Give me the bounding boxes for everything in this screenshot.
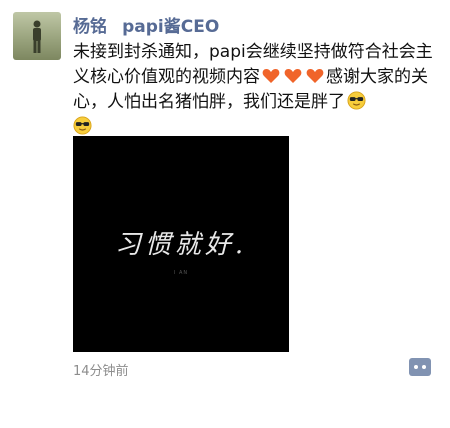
person-silhouette-icon [33,20,41,53]
heart-icon [262,69,280,83]
image-subtext: I AN [173,270,189,276]
comment-dot-icon [414,365,418,369]
moments-post: 杨铭 papi酱CEO 未接到封杀通知，papi会继续坚持做符合社会主义核心价值… [0,0,450,428]
image-caption: 习惯就好. [114,230,248,260]
author-name[interactable]: 杨铭 [73,17,107,37]
comment-button[interactable] [409,358,431,376]
cool-face-icon [347,91,366,110]
avatar[interactable] [13,12,61,60]
heart-icon [306,69,324,83]
shared-name[interactable]: papi酱CEO [122,17,219,37]
post-header: 杨铭 papi酱CEO [73,12,219,38]
comment-dot-icon [422,365,426,369]
cool-face-icon [73,116,92,135]
heart-icon [284,69,302,83]
post-image[interactable]: 习惯就好. I AN [73,136,289,352]
post-text: 未接到封杀通知，papi会继续坚持做符合社会主义核心价值观的视频内容 感谢大家的关… [73,40,437,140]
post-timestamp: 14分钟前 [73,364,129,379]
